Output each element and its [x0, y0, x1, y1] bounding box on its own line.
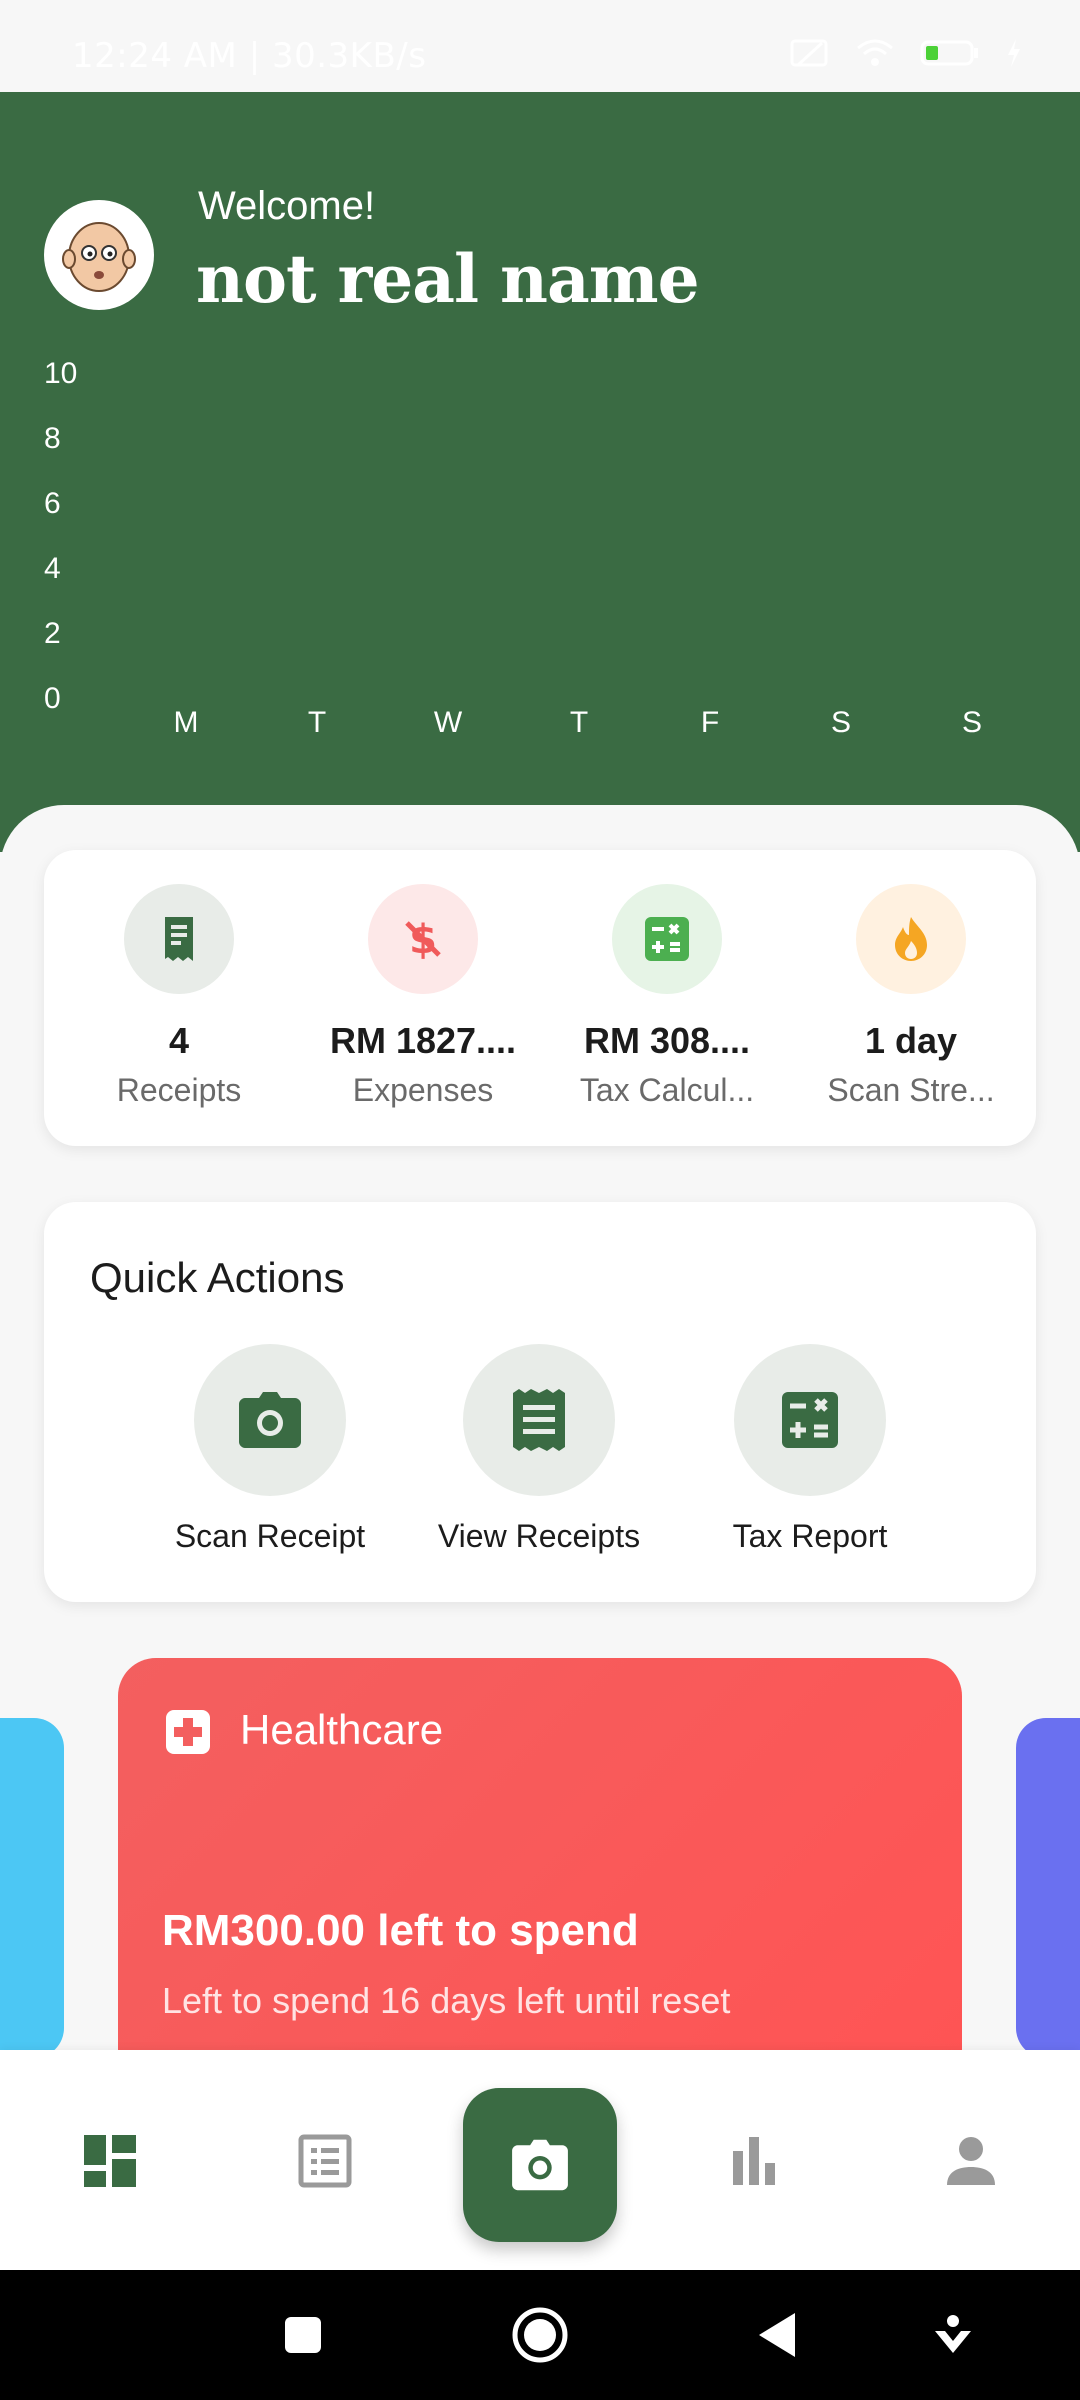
- stat-label: Scan Stre...: [827, 1072, 995, 1108]
- home-button[interactable]: [507, 2302, 573, 2368]
- stat-value: 4: [168, 1020, 190, 1061]
- nav-receipts[interactable]: [290, 2126, 360, 2196]
- chart-y-tick: 8: [44, 422, 61, 455]
- budget-subtitle: Left to spend 16 days left until reset: [162, 1980, 731, 2021]
- back-button[interactable]: [744, 2302, 810, 2368]
- battery-icon: [920, 40, 978, 66]
- chart-y-tick: 6: [44, 487, 61, 520]
- budget-card-next[interactable]: [1016, 1718, 1080, 2058]
- stat-tax[interactable]: RM 308.... Tax Calcul...: [552, 850, 782, 1109]
- quick-actions-card: Quick Actions Scan Receipt View Receipts…: [44, 1202, 1036, 1602]
- calculator-icon: [612, 884, 722, 994]
- back-triangle-icon: [759, 2313, 795, 2357]
- nav-profile[interactable]: [936, 2126, 1006, 2196]
- stat-streak[interactable]: 1 day Scan Stre...: [796, 850, 1026, 1109]
- person-icon: [947, 2137, 995, 2185]
- medical-cross-icon: [166, 1710, 210, 1754]
- qa-label: Tax Report: [732, 1518, 888, 1554]
- chart-y-tick: 10: [44, 357, 78, 390]
- assistant-icon: [935, 2315, 971, 2353]
- dashboard-icon: [84, 2135, 136, 2187]
- receipt-icon: [124, 884, 234, 994]
- stat-label: Expenses: [352, 1072, 494, 1108]
- nav-dashboard[interactable]: [75, 2126, 145, 2196]
- home-circle-icon: [512, 2307, 568, 2363]
- recents-button[interactable]: [270, 2302, 336, 2368]
- camera-icon: [512, 2139, 568, 2191]
- chart-x-tick: T: [307, 706, 327, 739]
- fire-icon: [856, 884, 966, 994]
- bottom-nav: [0, 2050, 1080, 2270]
- stat-value: 1 day: [864, 1020, 958, 1061]
- camera-icon: [194, 1344, 346, 1496]
- quick-actions-title: Quick Actions: [90, 1254, 345, 1301]
- stat-receipts[interactable]: 4 Receipts: [64, 850, 294, 1109]
- chart-x-tick: T: [569, 706, 589, 739]
- wifi-icon: [857, 39, 893, 66]
- square-icon: [285, 2317, 321, 2353]
- assistant-button[interactable]: [920, 2302, 986, 2368]
- username: not real name: [196, 240, 700, 318]
- view-receipts-button[interactable]: View Receipts: [419, 1344, 659, 1555]
- stat-label: Tax Calcul...: [579, 1072, 755, 1108]
- charging-icon: [1008, 39, 1020, 67]
- chart-x-tick: W: [433, 706, 463, 739]
- chart-x-tick: S: [961, 706, 983, 739]
- scan-receipt-button[interactable]: Scan Receipt: [150, 1344, 390, 1555]
- calculator-icon: [734, 1344, 886, 1496]
- budget-card-prev[interactable]: [0, 1718, 64, 2058]
- qa-label: View Receipts: [437, 1518, 641, 1554]
- tax-report-button[interactable]: Tax Report: [690, 1344, 930, 1555]
- system-nav-bar: [0, 2270, 1080, 2400]
- screen-cast-icon: [790, 39, 828, 67]
- chart-y-tick: 4: [44, 552, 61, 585]
- stat-value: RM 1827....: [329, 1020, 517, 1061]
- chart-x-tick: F: [700, 706, 720, 739]
- status-bar: 12:24 AM | 30.3KB/s: [0, 0, 1080, 92]
- nav-analytics[interactable]: [720, 2126, 790, 2196]
- chart-y-tick: 0: [44, 682, 61, 715]
- stat-label: Receipts: [116, 1072, 242, 1108]
- stats-card: 4 Receipts $ RM 1827.... Expenses RM 308…: [44, 850, 1036, 1146]
- chart-x-tick: S: [830, 706, 852, 739]
- chart-y-tick: 2: [44, 617, 61, 650]
- budget-card-healthcare[interactable]: Healthcare RM300.00 left to spend Left t…: [118, 1658, 962, 2078]
- receipt-list-icon: [463, 1344, 615, 1496]
- avatar[interactable]: [44, 200, 154, 310]
- welcome-text: Welcome!: [198, 184, 376, 228]
- money-off-icon: $: [368, 884, 478, 994]
- avatar-face-icon: [62, 222, 136, 292]
- chart-x-tick: M: [173, 706, 199, 739]
- qa-label: Scan Receipt: [174, 1518, 366, 1554]
- status-icons: [790, 38, 1022, 68]
- status-time: 12:24 AM | 30.3KB/s: [72, 36, 427, 76]
- bar-chart-icon: [733, 2137, 775, 2185]
- list-icon: [298, 2134, 352, 2188]
- budget-category: Healthcare: [240, 1706, 444, 1753]
- nav-scan-button[interactable]: [463, 2088, 617, 2242]
- stat-value: RM 308....: [583, 1020, 751, 1061]
- stat-expenses[interactable]: $ RM 1827.... Expenses: [308, 850, 538, 1109]
- header: Welcome! not real name 10 8 6 4 2 0 M T W T F S S: [0, 92, 1080, 852]
- budget-left-to-spend: RM300.00 left to spend: [162, 1906, 639, 1955]
